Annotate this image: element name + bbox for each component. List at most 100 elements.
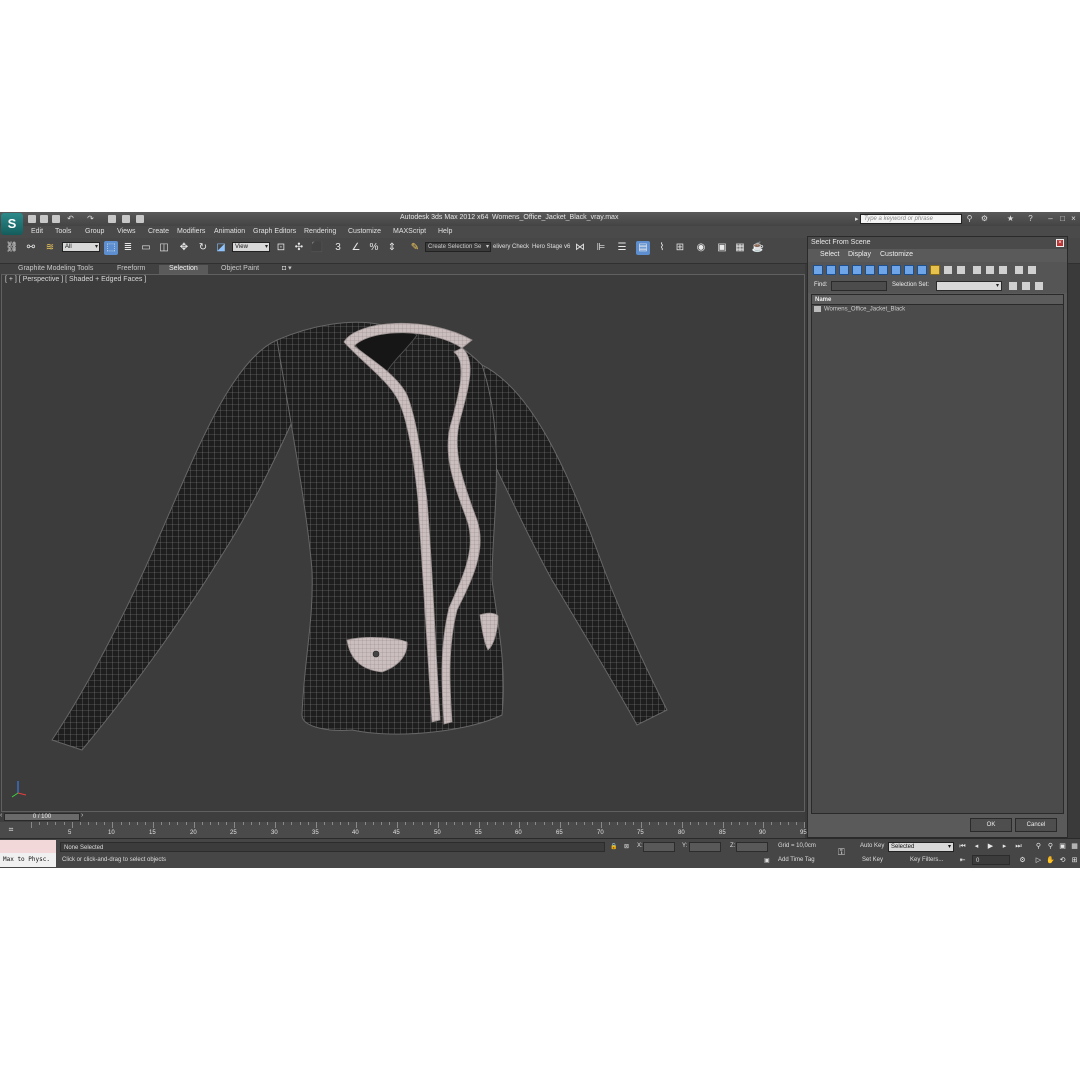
- display-lights-icon[interactable]: [839, 265, 849, 275]
- play-icon[interactable]: ▶: [986, 842, 995, 851]
- pivot-center-icon[interactable]: ⊡: [274, 241, 288, 255]
- bind-spacewarp-icon[interactable]: ≋: [43, 241, 57, 255]
- graphite-toggle-icon[interactable]: ▤: [636, 241, 650, 255]
- edit-named-selection-icon[interactable]: ✎: [408, 241, 422, 255]
- dialog-title[interactable]: Select From Scene: [808, 237, 1067, 249]
- tab-object-paint[interactable]: Object Paint: [211, 265, 269, 274]
- menu-rendering[interactable]: Rendering: [304, 228, 336, 235]
- pan-icon[interactable]: ✋: [1046, 856, 1055, 865]
- key-set-dropdown[interactable]: Selected ▾: [888, 842, 954, 852]
- window-crossing-icon[interactable]: ◫: [157, 241, 171, 255]
- add-time-tag[interactable]: Add Time Tag: [778, 857, 815, 863]
- auto-key-button[interactable]: Auto Key: [860, 843, 884, 849]
- time-tag-icon[interactable]: ▣: [764, 857, 770, 864]
- sort-icon[interactable]: [1027, 265, 1037, 275]
- tab-freeform[interactable]: Freeform: [107, 265, 155, 274]
- percent-snap-icon[interactable]: %: [367, 241, 381, 255]
- display-all-icon[interactable]: [930, 265, 940, 275]
- maxscript-listener-top[interactable]: [0, 840, 56, 853]
- move-icon[interactable]: ✥: [177, 241, 191, 255]
- menu-group[interactable]: Group: [85, 228, 104, 235]
- search-icon[interactable]: ⚲: [965, 214, 974, 223]
- goto-end-icon[interactable]: ⏭: [1014, 842, 1023, 851]
- display-geometry-icon[interactable]: [813, 265, 823, 275]
- layer-manager-icon[interactable]: ☰: [615, 241, 629, 255]
- y-coord-field[interactable]: [689, 842, 721, 852]
- dialog-menu-display[interactable]: Display: [848, 251, 871, 258]
- maximize-viewport-icon[interactable]: ⊞: [1070, 856, 1079, 865]
- perspective-viewport[interactable]: [ + ] [ Perspective ] [ Shaded + Edged F…: [1, 274, 805, 812]
- time-slider[interactable]: ‹ 0 / 100 ›: [0, 812, 805, 822]
- lock-icon[interactable]: 🔒: [610, 843, 617, 850]
- next-frame-icon[interactable]: ▸: [1000, 842, 1009, 851]
- maxscript-mini-listener[interactable]: Max to Physc.: [0, 853, 56, 867]
- select-invert-icon[interactable]: [998, 265, 1008, 275]
- display-helpers-icon[interactable]: [865, 265, 875, 275]
- current-frame-field[interactable]: 0: [972, 855, 1010, 865]
- undo-icon[interactable]: ↶: [66, 214, 75, 223]
- menu-help[interactable]: Help: [438, 228, 452, 235]
- curve-editor-icon[interactable]: ⌇: [655, 241, 669, 255]
- ribbon-options-icon[interactable]: ◘ ▾: [272, 265, 302, 274]
- menu-views[interactable]: Views: [117, 228, 136, 235]
- display-none-icon[interactable]: [943, 265, 953, 275]
- dialog-close-icon[interactable]: ×: [1056, 239, 1064, 247]
- menu-animation[interactable]: Animation: [214, 228, 245, 235]
- menu-create[interactable]: Create: [148, 228, 169, 235]
- key-mode-icon[interactable]: ⇤: [958, 856, 967, 865]
- menu-edit[interactable]: Edit: [31, 228, 43, 235]
- unlink-icon[interactable]: ⚯: [24, 241, 38, 255]
- key-icon[interactable]: ⚿: [838, 847, 845, 858]
- tab-selection[interactable]: Selection: [159, 265, 208, 274]
- find-input[interactable]: [831, 281, 887, 291]
- list-item[interactable]: Womens_Office_Jacket_Black: [814, 306, 905, 313]
- material-editor-icon[interactable]: ◉: [694, 241, 708, 255]
- prev-frame-icon[interactable]: ◂: [972, 842, 981, 851]
- key-filters-button[interactable]: Key Filters...: [910, 857, 943, 863]
- jacket-model[interactable]: [22, 320, 682, 760]
- time-slider-handle[interactable]: 0 / 100: [4, 813, 80, 821]
- display-bones-icon[interactable]: [917, 265, 927, 275]
- communication-icon[interactable]: ⚙: [980, 214, 989, 223]
- delivery-check-label[interactable]: elivery Check: [493, 244, 529, 250]
- keyboard-shortcut-icon[interactable]: ⬛: [310, 241, 324, 255]
- app-logo-icon[interactable]: S: [1, 213, 23, 235]
- select-manipulate-icon[interactable]: ✣: [292, 241, 306, 255]
- menu-customize[interactable]: Customize: [348, 228, 381, 235]
- select-object-icon[interactable]: ⬚: [104, 241, 118, 255]
- select-by-name-icon[interactable]: ≣: [121, 241, 135, 255]
- display-spacewarps-icon[interactable]: [878, 265, 888, 275]
- dialog-menu-customize[interactable]: Customize: [880, 251, 913, 258]
- zoom-extents-all-icon[interactable]: ▦: [1070, 842, 1079, 851]
- select-all-icon[interactable]: [972, 265, 982, 275]
- display-xrefs-icon[interactable]: [904, 265, 914, 275]
- fov-icon[interactable]: ▷: [1034, 856, 1043, 865]
- mirror-icon[interactable]: ⋈: [573, 241, 587, 255]
- spinner-snap-icon[interactable]: ⇕: [385, 241, 399, 255]
- zoom-extents-icon[interactable]: ▣: [1058, 842, 1067, 851]
- minimize-icon[interactable]: –: [1046, 214, 1055, 223]
- angle-snap-icon[interactable]: ∠: [349, 241, 363, 255]
- search-input[interactable]: Type a keyword or phrase: [860, 214, 962, 224]
- time-config-icon[interactable]: ⚙: [1018, 856, 1027, 865]
- tab-graphite-modeling[interactable]: Graphite Modeling Tools: [8, 265, 103, 274]
- reference-coord-dropdown[interactable]: View ▾: [232, 242, 270, 252]
- link-icon[interactable]: ⛓: [5, 241, 19, 255]
- render-setup-icon[interactable]: ▣: [715, 241, 729, 255]
- menu-maxscript[interactable]: MAXScript: [393, 228, 426, 235]
- selection-set-dropdown[interactable]: ▾: [936, 281, 1002, 291]
- absolute-mode-icon[interactable]: ⊠: [624, 843, 629, 850]
- schematic-view-icon[interactable]: ⊞: [673, 241, 687, 255]
- display-shapes-icon[interactable]: [826, 265, 836, 275]
- time-next-icon[interactable]: ›: [81, 812, 83, 819]
- rotate-icon[interactable]: ↻: [196, 241, 210, 255]
- cancel-button[interactable]: Cancel: [1015, 818, 1057, 832]
- selection-filter-dropdown[interactable]: All ▾: [62, 242, 100, 252]
- set-remove-icon[interactable]: [1021, 281, 1031, 291]
- select-none-icon[interactable]: [985, 265, 995, 275]
- align-icon[interactable]: ⊫: [594, 241, 608, 255]
- menu-modifiers[interactable]: Modifiers: [177, 228, 205, 235]
- named-selection-dropdown[interactable]: Create Selection Se ▾: [425, 242, 491, 252]
- zoom-icon[interactable]: ⚲: [1034, 842, 1043, 851]
- workspace-icon[interactable]: [136, 215, 144, 223]
